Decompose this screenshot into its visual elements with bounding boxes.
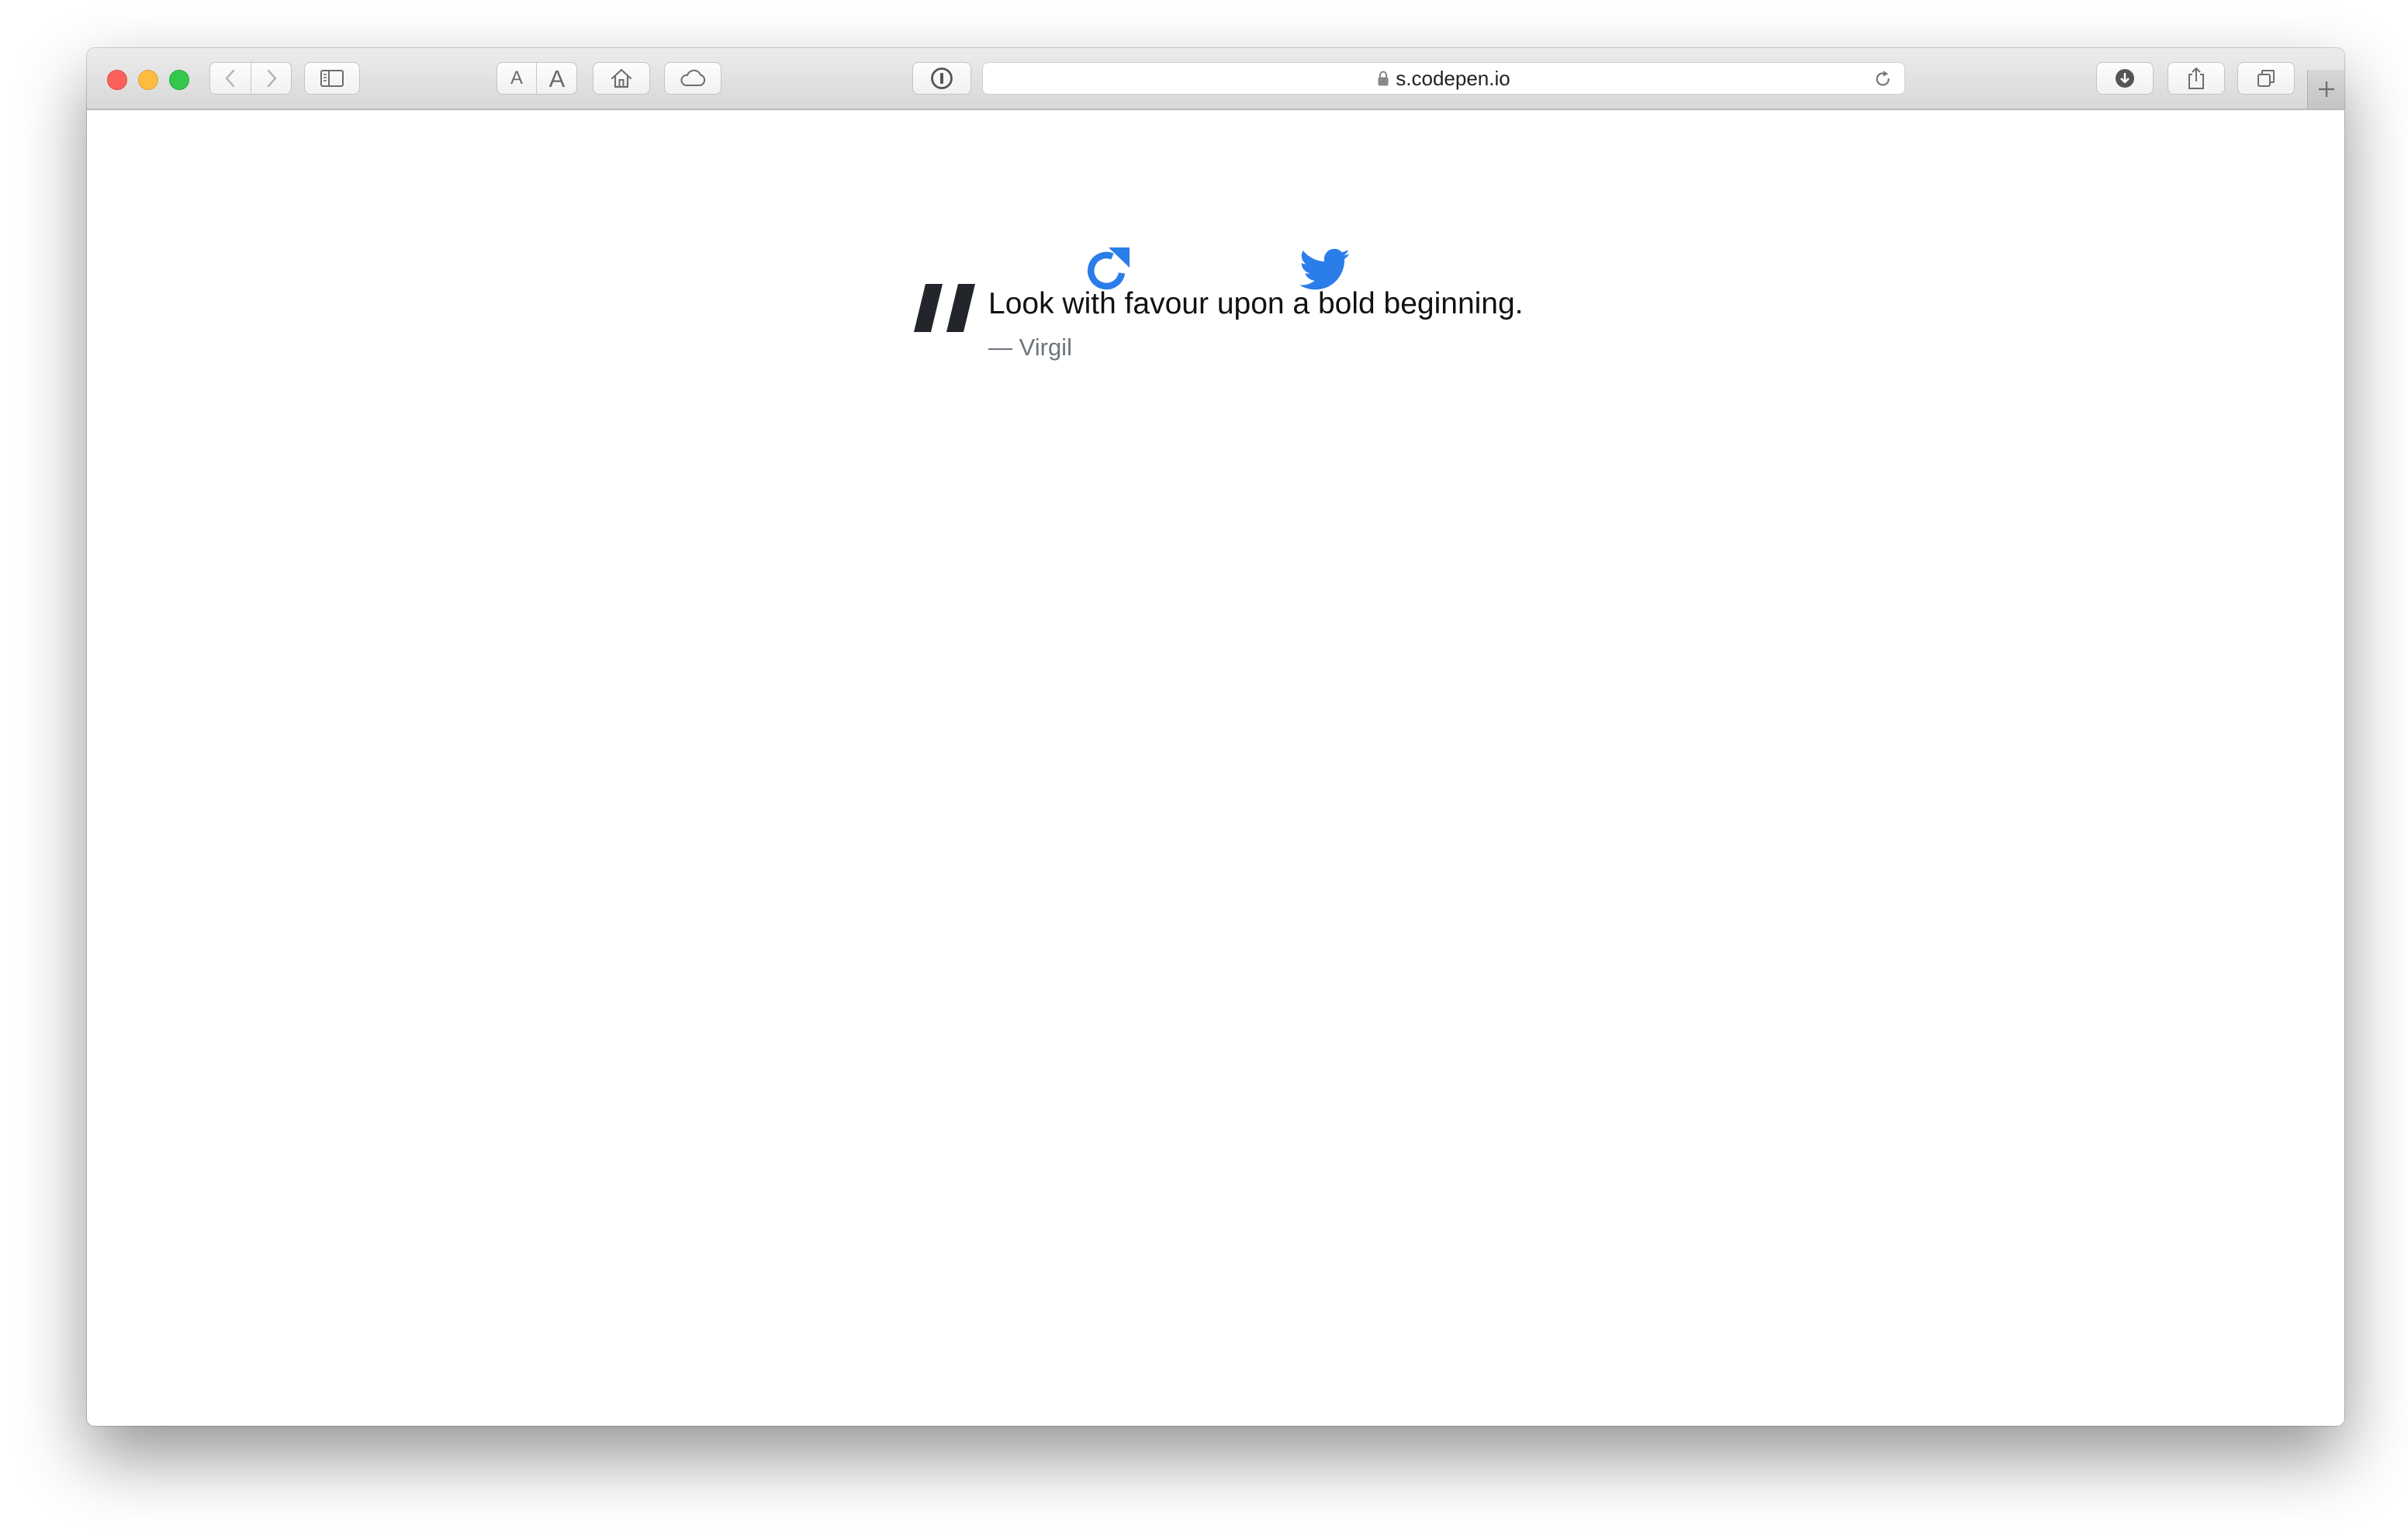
browser-window: A A s.codepen.io Look with favour upon a… [87,48,2344,1426]
quote-author: — Virgil [988,334,1072,361]
new-tab-button[interactable] [2307,70,2344,109]
twitter-icon [1299,248,1350,290]
sidebar-button[interactable] [304,62,360,95]
url-text: s.codepen.io [1396,66,1510,90]
close-window-button[interactable] [107,70,127,90]
page-content: Look with favour upon a bold beginning. … [87,110,2344,1426]
quote-mark-icon [912,282,978,337]
decrease-text-size-button[interactable]: A [497,63,536,94]
plus-icon [2319,81,2334,97]
back-icon [225,69,235,88]
reload-icon [1876,71,1890,86]
home-icon [611,68,632,88]
password-icon [931,67,953,89]
tab-overview-button[interactable] [2237,62,2295,95]
forward-button[interactable] [251,63,292,94]
download-icon [2116,69,2134,88]
quote-text: Look with favour upon a bold beginning. [988,287,1524,320]
password-button[interactable] [912,62,971,95]
minimize-window-button[interactable] [138,70,158,90]
back-button[interactable] [210,63,251,94]
text-size-control: A A [496,62,577,95]
small-a-label: A [510,67,523,88]
share-button[interactable] [2168,62,2225,95]
forward-icon [267,69,277,88]
icloud-tabs-button[interactable] [664,62,721,95]
browser-toolbar: A A s.codepen.io [87,48,2344,110]
sidebar-icon [320,70,344,87]
downloads-button[interactable] [2096,62,2154,95]
address-bar[interactable]: s.codepen.io [982,62,1905,95]
icloud-icon [680,69,706,86]
history-navigation [209,62,292,95]
home-button[interactable] [593,62,650,95]
maximize-window-button[interactable] [169,70,189,90]
increase-text-size-button[interactable]: A [537,63,577,94]
share-icon [2188,67,2204,89]
address-bar-content: s.codepen.io [983,63,1905,94]
reload-button[interactable] [1873,70,1892,92]
tabs-overview-icon [2258,70,2275,87]
large-a-label: A [548,64,566,92]
lock-icon [1378,71,1389,86]
